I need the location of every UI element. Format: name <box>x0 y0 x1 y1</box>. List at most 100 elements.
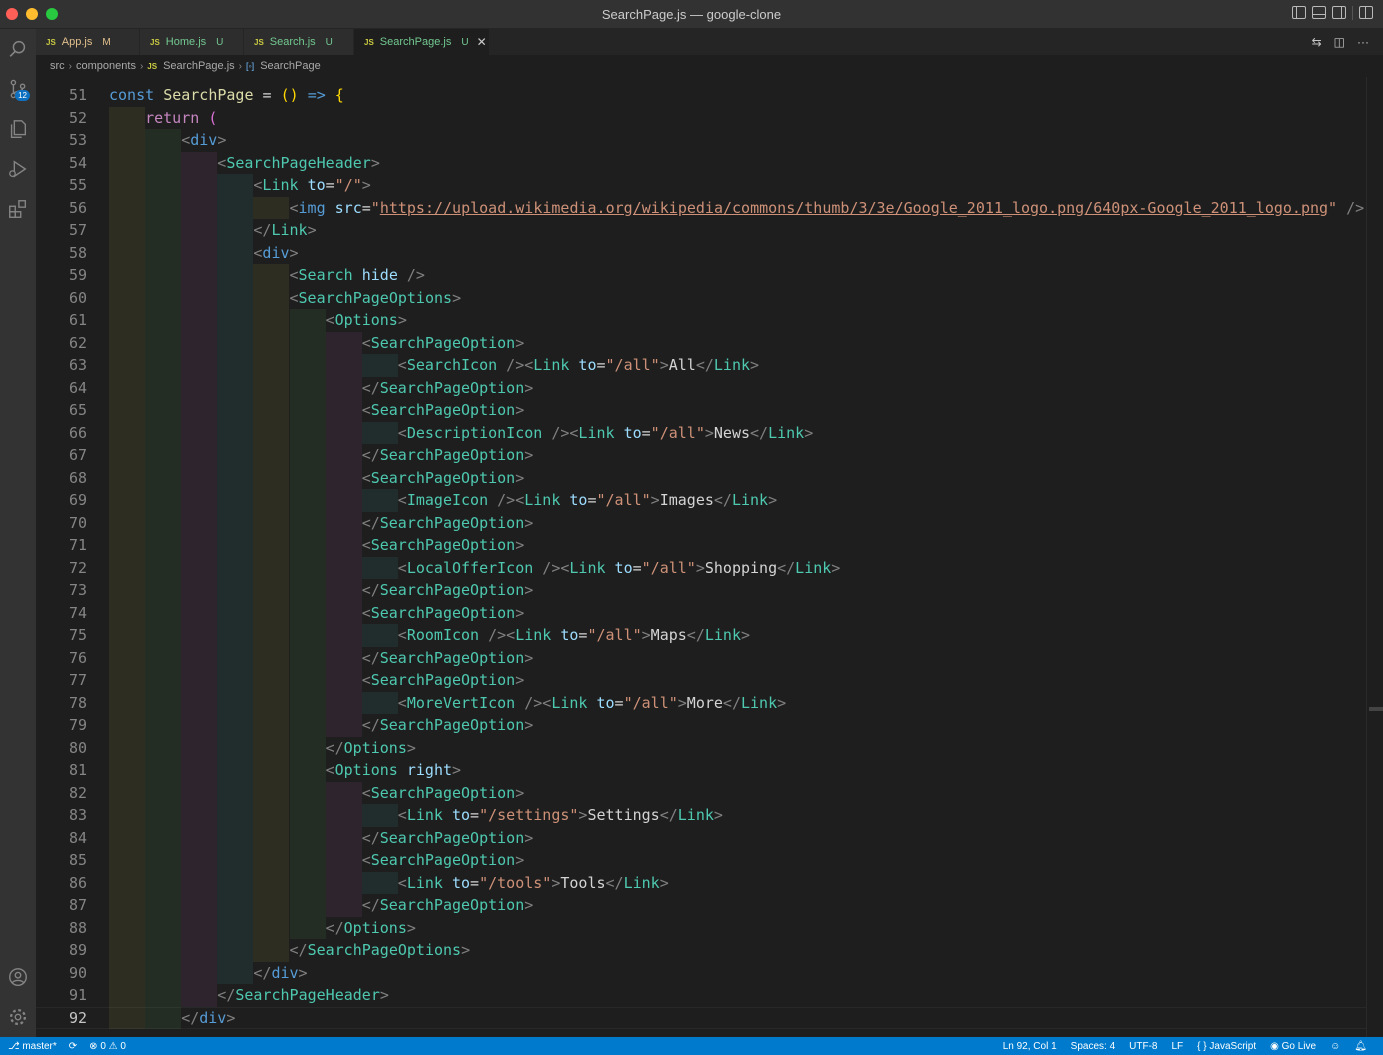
source-control-button[interactable]: 12 <box>0 69 36 109</box>
indent-guide <box>145 871 182 894</box>
code-line[interactable]: 64 </SearchPageOption> <box>36 376 1366 399</box>
code-line[interactable]: 61 <Options> <box>36 309 1366 332</box>
tab-searchpage-js[interactable]: JS SearchPage.js U ✕ <box>354 29 490 55</box>
more-actions-icon[interactable]: ··· <box>1357 35 1369 49</box>
indent-guide <box>325 556 362 579</box>
code-line[interactable]: 80 </Options> <box>36 736 1366 759</box>
code-line[interactable]: 92 </div> <box>36 1006 1366 1029</box>
code-line[interactable]: 75 <RoomIcon /><Link to="/all">Maps</Link… <box>36 624 1366 647</box>
code-line[interactable]: 67 </SearchPageOption> <box>36 444 1366 467</box>
code-line[interactable]: 62 <SearchPageOption> <box>36 331 1366 354</box>
indentation[interactable]: Spaces: 4 <box>1071 1041 1115 1052</box>
language-mode[interactable]: { } JavaScript <box>1197 1041 1256 1052</box>
code-line[interactable]: 84 </SearchPageOption> <box>36 826 1366 849</box>
branch-indicator[interactable]: ⎇ master* <box>8 1041 57 1052</box>
code-line[interactable]: 63 <SearchIcon /><Link to="/all">All</Lin… <box>36 354 1366 377</box>
code-line[interactable]: 58 <div> <box>36 241 1366 264</box>
indent-guide <box>253 309 290 332</box>
breadcrumb-item-file[interactable]: SearchPage.js <box>163 60 235 72</box>
indent-guide <box>181 354 218 377</box>
tab-home-js[interactable]: JS Home.js U <box>140 29 244 55</box>
code-line[interactable]: 86 <Link to="/tools">Tools</Link> <box>36 871 1366 894</box>
code-line[interactable]: 51 const SearchPage = () => { <box>36 84 1366 107</box>
code-line[interactable]: 83 <Link to="/settings">Settings</Link> <box>36 804 1366 827</box>
code-line[interactable]: 56 <img src="https://upload.wikimedia.org… <box>36 196 1366 219</box>
breadcrumb-item-symbol[interactable]: SearchPage <box>260 60 321 72</box>
code-line[interactable]: 87 </SearchPageOption> <box>36 894 1366 917</box>
code-text: <img src="https://upload.wikimedia.org/w… <box>289 198 1365 217</box>
code-line[interactable]: 79 </SearchPageOption> <box>36 714 1366 737</box>
code-text: <SearchIcon /><Link to="/all">All</Link> <box>397 356 760 374</box>
line-number: 55 <box>68 176 87 194</box>
indent-guide <box>145 196 182 219</box>
feedback-icon[interactable]: ☺ <box>1330 1041 1340 1052</box>
code-line[interactable]: 54 <SearchPageHeader> <box>36 151 1366 174</box>
code-editor[interactable]: 51 const SearchPage = () => {52 return (53… <box>36 77 1383 1037</box>
code-line[interactable]: 74 <SearchPageOption> <box>36 601 1366 624</box>
code-line[interactable]: 82 <SearchPageOption> <box>36 781 1366 804</box>
code-line[interactable]: 72 <LocalOfferIcon /><Link to="/all">Shop… <box>36 556 1366 579</box>
code-line[interactable]: 66 <DescriptionIcon /><Link to="/all">New… <box>36 421 1366 444</box>
accounts-button[interactable] <box>0 957 36 997</box>
customize-layout-icon[interactable] <box>1359 6 1373 19</box>
breadcrumb-item-src[interactable]: src <box>50 60 65 72</box>
line-number: 73 <box>68 581 87 599</box>
indent-guide <box>217 466 254 489</box>
code-line[interactable]: 89 </SearchPageOptions> <box>36 939 1366 962</box>
maximize-window-button[interactable] <box>46 8 58 20</box>
problems-indicator[interactable]: ⊗ 0 ⚠ 0 <box>89 1041 126 1052</box>
tab-search-js[interactable]: JS Search.js U <box>244 29 354 55</box>
line-ending[interactable]: LF <box>1171 1041 1183 1052</box>
code-line[interactable]: 91 </SearchPageHeader> <box>36 984 1366 1007</box>
toggle-primary-sidebar-icon[interactable] <box>1292 6 1306 19</box>
breadcrumb-item-components[interactable]: components <box>76 60 136 72</box>
code-line[interactable]: 88 </Options> <box>36 916 1366 939</box>
manage-button[interactable] <box>0 997 36 1037</box>
run-debug-button[interactable] <box>0 149 36 189</box>
indent-guide <box>253 354 290 377</box>
explorer-button[interactable] <box>0 109 36 149</box>
close-tab-icon[interactable]: ✕ <box>477 35 487 49</box>
code-line[interactable]: 78 <MoreVertIcon /><Link to="/all">More</… <box>36 691 1366 714</box>
split-editor-icon[interactable]: ◫ <box>1334 35 1345 49</box>
code-line[interactable]: 53 <div> <box>36 129 1366 152</box>
code-line[interactable]: 60 <SearchPageOptions> <box>36 286 1366 309</box>
explorer-search-button[interactable] <box>0 29 36 69</box>
sync-icon[interactable]: ⟳ <box>69 1041 77 1052</box>
encoding[interactable]: UTF-8 <box>1129 1041 1157 1052</box>
code-line[interactable]: 59 <Search hide /> <box>36 264 1366 287</box>
code-line[interactable]: 55 <Link to="/"> <box>36 174 1366 197</box>
scrollbar-thumb[interactable] <box>1369 707 1383 711</box>
code-line[interactable]: 57 </Link> <box>36 219 1366 242</box>
indent-guide <box>145 804 182 827</box>
code-line[interactable]: 90 </div> <box>36 961 1366 984</box>
indent-guide <box>289 556 326 579</box>
code-line[interactable]: 77 <SearchPageOption> <box>36 669 1366 692</box>
code-line[interactable]: 69 <ImageIcon /><Link to="/all">Images</L… <box>36 489 1366 512</box>
code-line[interactable]: 71 <SearchPageOption> <box>36 534 1366 557</box>
close-window-button[interactable] <box>6 8 18 20</box>
indent-guide <box>181 849 218 872</box>
tab-app-js[interactable]: JS App.js M <box>36 29 140 55</box>
code-text: </SearchPageHeader> <box>217 986 389 1004</box>
indent-guide <box>181 331 218 354</box>
code-line[interactable]: 76 </SearchPageOption> <box>36 646 1366 669</box>
code-text: </SearchPageOption> <box>361 896 534 914</box>
code-line[interactable]: 81 <Options right> <box>36 759 1366 782</box>
minimize-window-button[interactable] <box>26 8 38 20</box>
code-line[interactable]: 68 <SearchPageOption> <box>36 466 1366 489</box>
open-changes-icon[interactable]: ⇆ <box>1312 35 1322 49</box>
cursor-position[interactable]: Ln 92, Col 1 <box>1003 1041 1057 1052</box>
code-line[interactable]: 65 <SearchPageOption> <box>36 399 1366 422</box>
code-line[interactable]: 70 </SearchPageOption> <box>36 511 1366 534</box>
extensions-button[interactable] <box>0 189 36 229</box>
go-live-button[interactable]: ◉ Go Live <box>1270 1041 1316 1052</box>
code-line[interactable]: 73 </SearchPageOption> <box>36 579 1366 602</box>
toggle-panel-icon[interactable] <box>1312 6 1326 19</box>
code-line[interactable]: 85 <SearchPageOption> <box>36 849 1366 872</box>
notifications-bell-icon[interactable]: 🔔︎ <box>1354 1041 1367 1052</box>
code-line[interactable]: 52 return ( <box>36 106 1366 129</box>
scrollbar-track[interactable] <box>1366 77 1367 1037</box>
toggle-secondary-sidebar-icon[interactable] <box>1332 6 1346 19</box>
indent-guide <box>289 736 326 759</box>
